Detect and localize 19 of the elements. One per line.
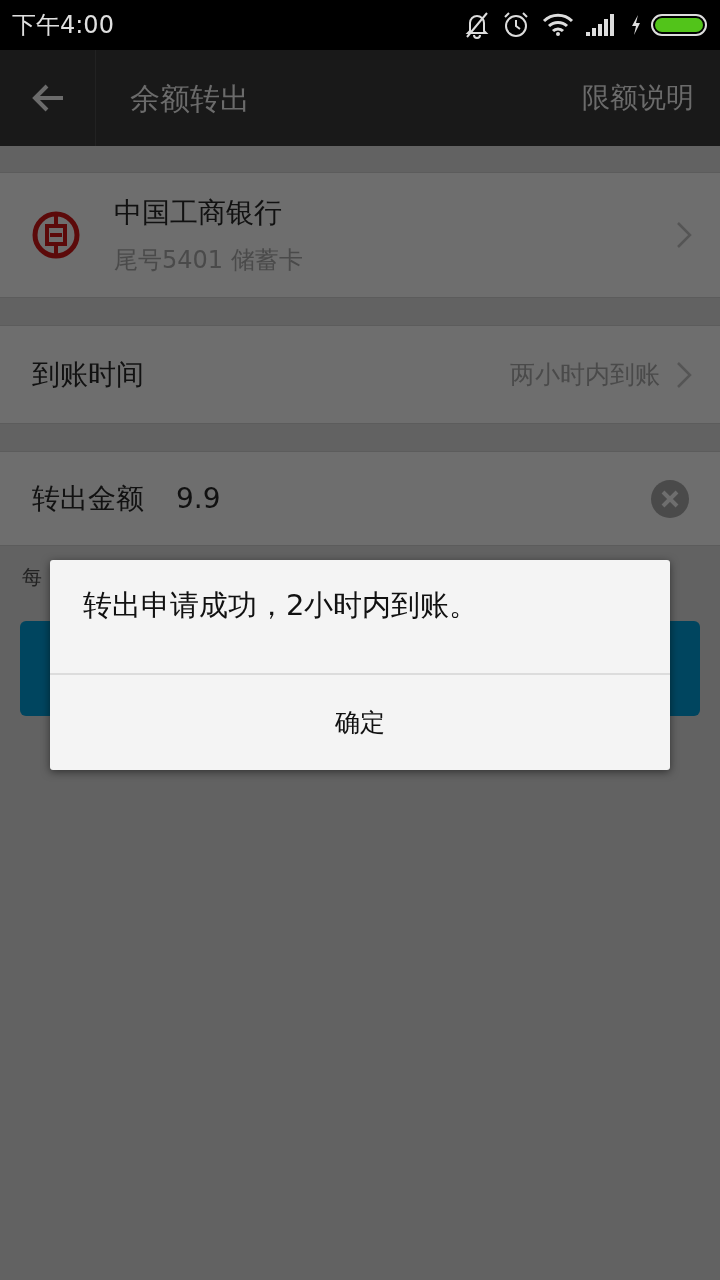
- bank-name: 中国工商银行: [114, 195, 283, 231]
- chevron-right-icon: [676, 221, 692, 249]
- chevron-right-icon: [676, 360, 692, 389]
- amount-field[interactable]: 9.9: [176, 477, 376, 520]
- wifi-icon: [542, 13, 574, 37]
- alarm-clock-icon: [502, 11, 530, 39]
- dialog-message: 转出申请成功，2小时内到账。: [83, 588, 479, 622]
- bank-logo-icon: [32, 211, 80, 259]
- clear-icon[interactable]: [650, 478, 690, 519]
- arrival-label: 到账时间: [32, 356, 144, 393]
- status-time: 下午4:00: [12, 10, 114, 41]
- page-title: 余额转出: [130, 79, 250, 118]
- back-arrow-icon: [30, 83, 65, 113]
- limit-info-link[interactable]: 限额说明: [582, 77, 694, 119]
- amount-label: 转出金额: [32, 480, 144, 517]
- note-text: 每: [22, 565, 42, 589]
- bell-off-icon: [464, 11, 490, 39]
- battery-charging-icon: [630, 13, 708, 37]
- ok-button[interactable]: 确定: [50, 673, 670, 770]
